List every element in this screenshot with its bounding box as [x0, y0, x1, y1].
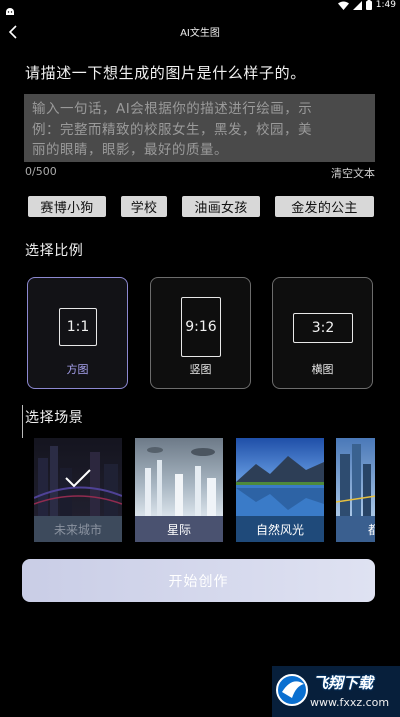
- ratio-section-title: 选择比例: [25, 243, 84, 259]
- suggestion-chip[interactable]: 学校: [121, 196, 167, 217]
- cellular-icon: [352, 0, 362, 10]
- status-time: 1:49: [375, 0, 396, 10]
- placeholder-line: 输入一句话，AI会根据你的描述进行绘画，示: [32, 101, 313, 117]
- app-bar: AI文生图: [0, 16, 400, 48]
- placeholder-line: 例：完整而精致的校服女生，黑发，校园，美: [32, 121, 312, 138]
- interstellar-thumbnail: [135, 438, 223, 516]
- suggestion-chip[interactable]: 油画女孩: [182, 196, 260, 217]
- scene-label: 自然风光: [236, 516, 324, 542]
- watermark: 飞翔下载 www.fxxz.com: [272, 666, 400, 717]
- ratio-option-portrait[interactable]: 9:16 竖图: [150, 277, 251, 389]
- battery-icon: [365, 0, 372, 10]
- wifi-icon: [337, 1, 349, 10]
- status-bar: 1:49: [0, 0, 400, 15]
- ratio-landscape-icon: 3:2: [293, 313, 353, 343]
- ratio-value: 1:1: [66, 319, 90, 335]
- selected-check-icon: [65, 469, 91, 488]
- scene-list[interactable]: 未来城市 星际 自然风光 都: [34, 438, 375, 542]
- clear-text-button[interactable]: 清空文本: [331, 165, 375, 181]
- ratio-option-square[interactable]: 1:1 方图: [27, 277, 128, 389]
- nature-thumbnail: [236, 438, 324, 516]
- scene-card-interstellar[interactable]: 星际: [135, 438, 223, 542]
- placeholder-line: 丽的眼睛，眼影，最好的质量。: [32, 142, 228, 158]
- suggestion-chip[interactable]: 赛博小狗: [28, 196, 106, 217]
- ratio-portrait-icon: 9:16: [181, 297, 221, 357]
- ratio-value: 3:2: [311, 320, 335, 336]
- page-title: AI文生图: [180, 28, 220, 39]
- suggestion-chips: 赛博小狗 学校 油画女孩 金发的公主: [28, 196, 378, 218]
- ratio-label: 竖图: [189, 363, 212, 376]
- scene-label: 都市: [336, 516, 375, 542]
- watermark-url: www.fxxz.com: [310, 696, 390, 709]
- description-input[interactable]: 输入一句话，AI会根据你的描述进行绘画，示 例：完整而精致的校服女生，黑发，校园…: [24, 94, 375, 162]
- char-counter: 0/500: [25, 165, 57, 178]
- ratio-square-icon: 1:1: [59, 308, 97, 346]
- ratio-label: 方图: [66, 363, 89, 376]
- scene-card-nature[interactable]: 自然风光: [236, 438, 324, 542]
- watermark-text: 飞翔下载: [313, 674, 374, 692]
- prompt-heading: 请描述一下想生成的图片是什么样子的。: [25, 64, 306, 82]
- ratio-option-landscape[interactable]: 3:2 横图: [272, 277, 373, 389]
- scene-card-future-city[interactable]: 未来城市: [34, 438, 122, 542]
- scene-label: 未来城市: [34, 516, 122, 542]
- scene-section-title: 选择场景: [25, 410, 84, 426]
- urban-thumbnail: [336, 438, 375, 516]
- suggestion-chip[interactable]: 金发的公主: [275, 196, 374, 217]
- ratio-value: 9:16: [185, 319, 217, 335]
- ratio-label: 横图: [311, 363, 334, 376]
- text-cursor: [22, 405, 23, 438]
- start-create-button[interactable]: 开始创作: [22, 559, 375, 602]
- scene-label: 星际: [135, 516, 223, 542]
- scene-card-urban[interactable]: 都市: [336, 438, 375, 542]
